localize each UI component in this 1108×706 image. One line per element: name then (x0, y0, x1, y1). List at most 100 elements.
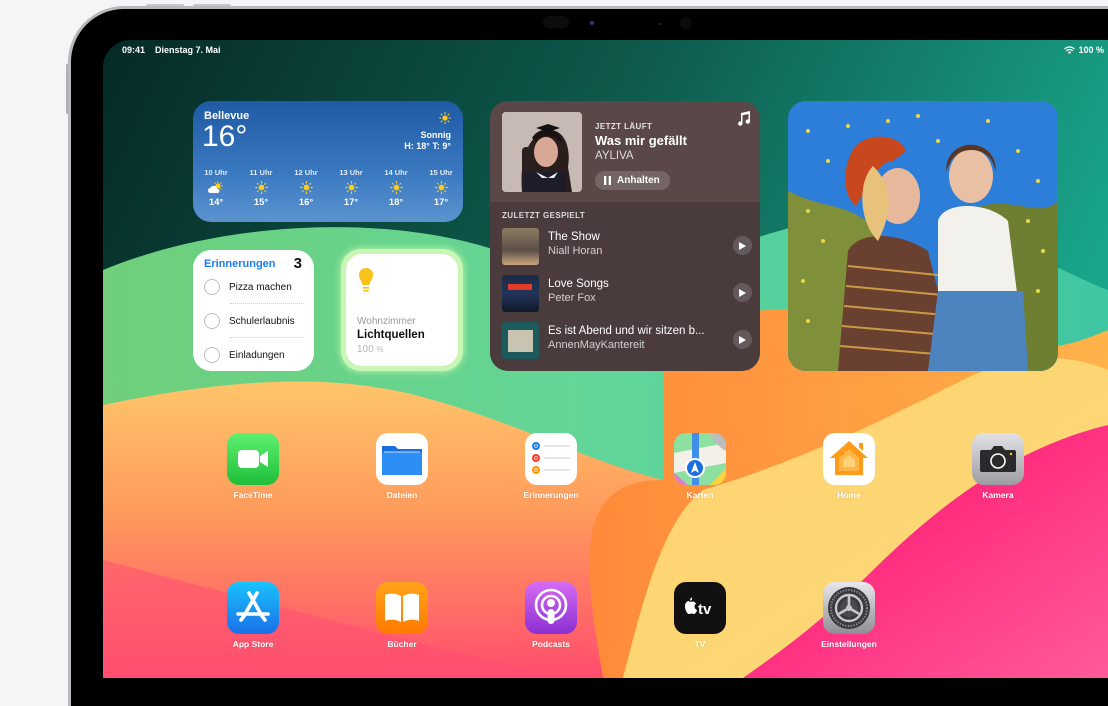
reminder-item[interactable]: Schulerlaubnis (204, 304, 306, 338)
track-artist: Peter Fox (548, 292, 596, 304)
music-note-icon (738, 111, 751, 126)
files-icon (376, 433, 428, 485)
forecast-temp: 17° (433, 197, 449, 208)
app-home[interactable]: Home (809, 433, 889, 500)
svg-text:tv: tv (698, 601, 712, 618)
app-label: Kamera (982, 490, 1014, 500)
app-reminders[interactable]: Erinnerungen (511, 433, 591, 500)
reminder-checkbox[interactable] (204, 347, 220, 363)
track-art (502, 228, 539, 265)
apple-tv-icon: tv (674, 582, 726, 634)
photos-widget[interactable] (788, 101, 1058, 371)
neon-sign (508, 284, 532, 290)
pause-label: Anhalten (617, 175, 660, 186)
forecast-temp: 17° (343, 197, 359, 208)
home-icon (823, 433, 875, 485)
front-camera (543, 16, 569, 28)
app-label: Dateien (386, 490, 418, 500)
play-button[interactable] (733, 330, 752, 349)
reminder-item[interactable]: Einladungen (204, 338, 306, 371)
status-bar: 09:41 Dienstag 7. Mai 100 % (122, 45, 1108, 61)
play-button[interactable] (733, 283, 752, 302)
pause-icon (604, 176, 611, 185)
reminder-checkbox[interactable] (204, 279, 220, 295)
books-icon (376, 582, 428, 634)
forecast-hour-label: 15 Uhr (429, 168, 453, 177)
sun-icon (389, 181, 403, 194)
app-label: App Store (232, 639, 274, 649)
app-books[interactable]: Bücher (362, 582, 442, 649)
forecast-hour: 10 Uhr 14° (203, 168, 229, 208)
app-settings[interactable]: Einstellungen (809, 582, 889, 649)
track-title: The Show (548, 231, 600, 243)
camera-icon (972, 433, 1024, 485)
reminder-label: Pizza machen (229, 281, 292, 293)
album-art-image (502, 112, 582, 192)
app-facetime[interactable]: FaceTime (213, 433, 293, 500)
reminders-widget[interactable]: Erinnerungen 3 Pizza machen Schulerlaubn… (193, 250, 314, 371)
forecast-hour-label: 12 Uhr (294, 168, 318, 177)
sensor-dot (659, 23, 661, 25)
music-widget[interactable]: JETZT LÄUFT Was mir gefällt AYLIVA Anhal… (490, 101, 760, 371)
forecast-hour: 12 Uhr 16° (293, 168, 319, 208)
wifi-icon (1064, 46, 1076, 54)
pause-button[interactable]: Anhalten (595, 171, 670, 190)
now-playing-label: JETZT LÄUFT (595, 122, 653, 131)
app-label: FaceTime (233, 490, 273, 500)
reminder-label: Einladungen (229, 349, 285, 361)
recent-track[interactable]: The Show Niall Horan (502, 226, 752, 266)
facetime-icon (227, 433, 279, 485)
recently-played-label: ZULETZT GESPIELT (502, 211, 586, 220)
weather-widget[interactable]: Bellevue 16° Sonnig H: 18° T: 9° 10 Uhr … (193, 101, 463, 222)
song-title: Was mir gefällt (595, 133, 687, 148)
reminder-item[interactable]: Pizza machen (204, 270, 306, 304)
sensor (680, 17, 692, 29)
play-icon (739, 241, 746, 250)
forecast-temp: 15° (253, 197, 269, 208)
track-title: Es ist Abend und wir sitzen b... (548, 325, 705, 337)
track-artist: Niall Horan (548, 245, 603, 257)
track-art (502, 322, 539, 359)
lights-card[interactable]: Wohnzimmer Lichtquellen 100 % (346, 254, 458, 366)
sun-icon (344, 181, 358, 194)
forecast-temp: 16° (298, 197, 314, 208)
reminder-label: Schulerlaubnis (229, 315, 295, 327)
track-artist: AnnenMayKantereit (548, 339, 645, 351)
forecast-hour: 15 Uhr 17° (428, 168, 454, 208)
app-camera[interactable]: Kamera (958, 433, 1038, 500)
photo-image (788, 101, 1058, 371)
weather-temperature: 16° (202, 120, 248, 153)
app-label: Podcasts (532, 639, 570, 649)
reminders-icon (525, 433, 577, 485)
track-title: Love Songs (548, 278, 609, 290)
lights-brightness: 100 % (357, 344, 384, 355)
recent-track[interactable]: Es ist Abend und wir sitzen b... AnnenMa… (502, 320, 752, 360)
forecast-hour-label: 11 Uhr (249, 168, 273, 177)
brightness-unit: % (376, 345, 384, 354)
app-podcasts[interactable]: Podcasts (511, 582, 591, 649)
app-label: TV (694, 639, 706, 649)
recent-track[interactable]: Love Songs Peter Fox (502, 273, 752, 313)
app-maps[interactable]: Karten (660, 433, 740, 500)
app-label: Erinnerungen (523, 490, 579, 500)
app-label: Karten (686, 490, 714, 500)
app-tv[interactable]: tv TV (660, 582, 740, 649)
lights-name: Lichtquellen (357, 329, 425, 341)
home-screen: 09:41 Dienstag 7. Mai 100 % Bellevue 16°… (103, 40, 1108, 678)
home-lights-widget[interactable]: Wohnzimmer Lichtquellen 100 % (341, 249, 463, 371)
song-artist: AYLIVA (595, 150, 634, 162)
partly-cloudy-icon (208, 181, 223, 193)
reminder-checkbox[interactable] (204, 313, 220, 329)
podcasts-icon (525, 582, 577, 634)
forecast-hour: 11 Uhr 15° (248, 168, 274, 208)
brightness-value: 100 (357, 344, 374, 355)
album-art[interactable] (502, 112, 582, 192)
app-label: Bücher (387, 639, 417, 649)
track-art (502, 275, 539, 312)
app-app-store[interactable]: App Store (213, 582, 293, 649)
weather-high-low: H: 18° T: 9° (404, 141, 451, 151)
play-button[interactable] (733, 236, 752, 255)
status-time: 09:41 (122, 45, 146, 55)
battery-percentage: 100 % (1078, 45, 1104, 55)
app-files[interactable]: Dateien (362, 433, 442, 500)
